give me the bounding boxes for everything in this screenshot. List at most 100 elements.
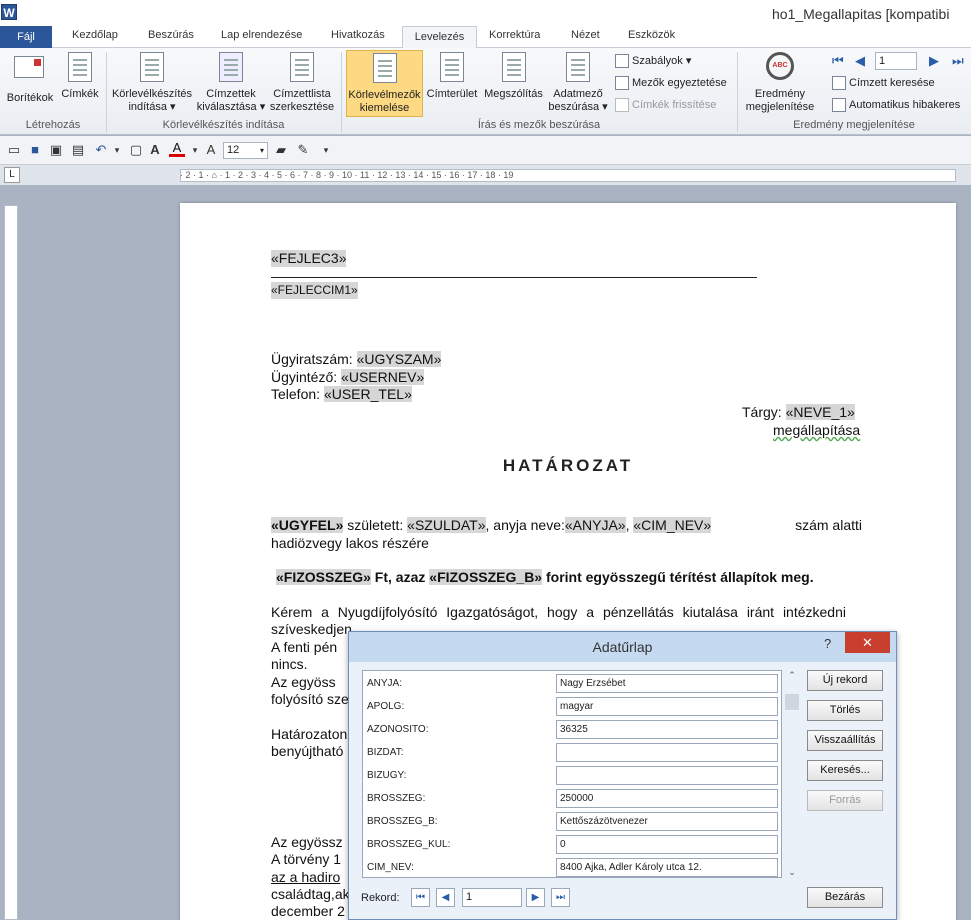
phone-line: Telefon: «USER_TEL» — [271, 386, 412, 402]
scroll-down-icon[interactable]: ⌄ — [784, 867, 800, 878]
open-icon[interactable]: ▭ — [6, 142, 22, 158]
rules-button[interactable]: Szabályok ▾ — [615, 54, 691, 69]
recipients-icon — [215, 52, 247, 84]
folder-icon[interactable]: ▰ — [273, 142, 289, 158]
field-value-input[interactable] — [556, 743, 778, 762]
previous-record-icon[interactable]: ◀ — [436, 888, 455, 907]
print-icon[interactable]: ▤ — [70, 142, 86, 158]
text-box-icon[interactable]: A — [147, 142, 163, 158]
field-value-input[interactable]: Kettőszázötvenezer — [556, 812, 778, 831]
customize-toolbar-icon[interactable]: ▾ — [318, 142, 334, 158]
field-cim-nev[interactable]: «CIM_NEV» — [633, 517, 712, 533]
field-neve-1[interactable]: «NEVE_1» — [785, 404, 855, 420]
field-value-input[interactable]: Nagy Erzsébet — [556, 674, 778, 693]
delete-button[interactable]: Törlés — [807, 700, 883, 721]
font-size-icon[interactable]: A — [203, 142, 219, 158]
greeting-line-button[interactable]: Megszólítás — [481, 50, 546, 101]
tab-view[interactable]: Nézet — [571, 29, 600, 41]
scroll-thumb[interactable] — [785, 694, 799, 710]
field-szuldat[interactable]: «SZULDAT» — [407, 517, 486, 533]
source-button[interactable]: Forrás — [807, 790, 883, 811]
field-user-tel[interactable]: «USER_TEL» — [323, 386, 412, 402]
help-icon[interactable]: ? — [824, 636, 831, 651]
field-value-input[interactable] — [556, 766, 778, 785]
undo-icon[interactable]: ↶ — [93, 142, 109, 158]
previous-record-button[interactable]: ◀ — [855, 53, 865, 69]
field-usernev[interactable]: «USERNEV» — [341, 369, 425, 385]
field-value-input[interactable]: 250000 — [556, 789, 778, 808]
subject-line: Tárgy: «NEVE_1» — [742, 404, 855, 420]
envelopes-button[interactable]: Borítékok — [4, 50, 56, 105]
paragraph-recipient: «UGYFEL» született: «SZULDAT», anyja nev… — [271, 517, 862, 533]
tab-references[interactable]: Hivatkozás — [331, 29, 385, 41]
field-ugyszam[interactable]: «UGYSZAM» — [356, 351, 442, 367]
request-line: Kérem a Nyugdíjfolyósító Igazgatóságot, … — [271, 604, 846, 620]
edit-list-label-1: Címzettlista — [273, 88, 331, 100]
close-button[interactable]: Bezárás — [807, 887, 883, 908]
field-row: ANYJA: Nagy Erzsébet — [363, 673, 781, 696]
preview-results-button[interactable]: ABC Eredmény megjelenítése — [741, 50, 819, 114]
undo-dropdown-icon[interactable]: ▾ — [109, 142, 125, 158]
last-record-button[interactable]: ⏭ — [952, 53, 964, 69]
ruler-numbers: · 2 · 1 · ⌂ · 1 · 2 · 3 · 4 · 5 · 6 · 7 … — [180, 170, 514, 180]
format-painter-icon[interactable]: ✎ — [295, 142, 311, 158]
tab-insert[interactable]: Beszúrás — [148, 29, 194, 41]
envelopes-label: Borítékok — [6, 92, 54, 104]
field-value-input[interactable]: 36325 — [556, 720, 778, 739]
field-value-input[interactable]: 0 — [556, 835, 778, 854]
field-anyja[interactable]: «ANYJA» — [564, 517, 626, 533]
restore-button[interactable]: Visszaállítás — [807, 730, 883, 751]
field-value-input[interactable]: magyar — [556, 697, 778, 716]
field-fizosszeg[interactable]: «FIZOSSZEG» — [276, 569, 371, 585]
first-record-icon[interactable]: ⏮ — [411, 888, 430, 907]
font-color-dropdown-icon[interactable]: ▾ — [187, 142, 203, 158]
field-fejleccim1[interactable]: «FEJLECCIM1» — [271, 282, 358, 299]
mail-merge-icon — [136, 52, 168, 84]
scroll-up-icon[interactable]: ⌃ — [784, 670, 800, 686]
close-icon[interactable]: ✕ — [845, 632, 890, 653]
select-recipients-button[interactable]: Címzettek kiválasztása ▾ — [196, 50, 266, 114]
tab-home[interactable]: Kezdőlap — [72, 29, 118, 41]
tab-tools[interactable]: Eszközök — [628, 29, 675, 41]
find-recipient-button[interactable]: Címzett keresése — [832, 76, 935, 90]
last-record-icon[interactable]: ⏭ — [551, 888, 570, 907]
auto-check-errors-button[interactable]: Automatikus hibakeres — [832, 98, 960, 112]
next-record-icon[interactable]: ▶ — [526, 888, 545, 907]
edit-recipient-list-button[interactable]: Címzettlista szerkesztése — [267, 50, 337, 114]
record-number-field[interactable]: 1 — [462, 888, 522, 907]
insert-merge-field-button[interactable]: Adatmező beszúrása ▾ — [547, 50, 609, 114]
print-preview-icon[interactable]: ▣ — [48, 142, 64, 158]
field-list-scrollbar[interactable]: ⌃ ⌄ — [784, 670, 800, 878]
word-app-icon[interactable]: W — [1, 4, 17, 20]
field-value-input[interactable]: 8400 Ajka, Adler Károly utca 12. — [556, 858, 778, 877]
find-button[interactable]: Keresés... — [807, 760, 883, 781]
update-labels-button[interactable]: Címkék frissítése — [615, 98, 716, 112]
labels-button[interactable]: Címkék — [58, 50, 102, 101]
field-fejlec3[interactable]: «FEJLEC3» — [271, 250, 347, 267]
vertical-ruler[interactable] — [4, 205, 18, 920]
tab-page-layout[interactable]: Lap elrendezése — [221, 29, 302, 41]
tab-selector-icon[interactable]: L — [4, 167, 20, 183]
font-color-icon[interactable]: A — [169, 141, 185, 157]
record-number-input[interactable]: 1 — [875, 52, 917, 70]
new-record-button[interactable]: Új rekord — [807, 670, 883, 691]
group-label-start-merge: Körlevélkészítés indítása — [162, 119, 285, 131]
start-mail-merge-button[interactable]: Körlevélkészítés indítása ▾ — [108, 50, 196, 114]
match-fields-button[interactable]: Mezők egyeztetése — [615, 76, 727, 90]
address-block-label: Címterület — [426, 88, 478, 100]
recipient-line-2: hadiözvegy lakos részére — [271, 535, 429, 551]
address-block-button[interactable]: Címterület — [424, 50, 480, 101]
tab-review[interactable]: Korrektúra — [489, 29, 540, 41]
start-merge-label-1: Körlevélkészítés — [111, 88, 193, 100]
tab-mailings[interactable]: Levelezés — [402, 26, 477, 49]
field-fizosszeg-b[interactable]: «FIZOSSZEG_B» — [429, 569, 543, 585]
labels-label: Címkék — [61, 88, 99, 100]
first-record-button[interactable]: ⏮ — [832, 53, 844, 69]
field-ugyfel[interactable]: «UGYFEL» — [271, 517, 344, 533]
redo-icon[interactable]: ▢ — [128, 142, 144, 158]
save-icon[interactable]: ■ — [27, 142, 43, 158]
next-record-button[interactable]: ▶ — [929, 53, 939, 69]
tab-file[interactable]: Fájl — [0, 26, 52, 48]
highlight-merge-fields-button[interactable]: Körlevélmezők kiemelése — [346, 50, 423, 117]
font-size-select[interactable]: 12 ▾ — [223, 142, 268, 159]
